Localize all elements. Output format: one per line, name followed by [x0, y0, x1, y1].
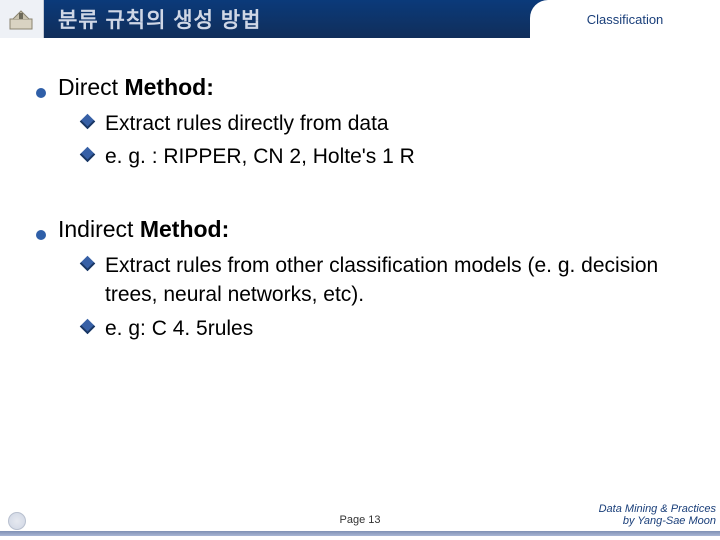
slide-header: 분류 규칙의 생성 방법 Classification: [0, 0, 720, 38]
heading-emph: Indirect: [58, 216, 133, 242]
bullet-dot-icon: [36, 230, 46, 240]
diamond-icon: [80, 256, 96, 272]
footer-bar: [0, 531, 720, 536]
book-icon: [0, 0, 44, 38]
sub-text: e. g. : RIPPER, CN 2, Holte's 1 R: [105, 142, 684, 171]
slide-title: 분류 규칙의 생성 방법: [58, 4, 261, 34]
diamond-icon: [80, 147, 96, 163]
heading-bold: Method:: [133, 216, 229, 242]
sub-item: e. g: C 4. 5rules: [36, 314, 684, 343]
diamond-icon: [80, 318, 96, 334]
bullet-text: Indirect Method:: [58, 216, 229, 243]
sub-text: Extract rules from other classification …: [105, 251, 684, 310]
slide-footer: Page 13 Data Mining & Practices by Yang-…: [0, 500, 720, 536]
diamond-icon: [80, 114, 96, 130]
sub-text: Extract rules directly from data: [105, 109, 684, 138]
footer-credit: Data Mining & Practices by Yang-Sae Moon: [599, 503, 716, 528]
credit-line-1: Data Mining & Practices: [599, 503, 716, 516]
bullet-indirect-method: Indirect Method:: [36, 216, 684, 243]
sub-item: Extract rules from other classification …: [36, 251, 684, 310]
bullet-text: Direct Method:: [58, 74, 214, 101]
heading-bold: Method:: [118, 74, 214, 100]
heading-emph: Direct: [58, 74, 118, 100]
sub-item: e. g. : RIPPER, CN 2, Holte's 1 R: [36, 142, 684, 171]
credit-line-2: by Yang-Sae Moon: [599, 515, 716, 528]
bullet-dot-icon: [36, 88, 46, 98]
sub-item: Extract rules directly from data: [36, 109, 684, 138]
bullet-direct-method: Direct Method:: [36, 74, 684, 101]
slide-body: Direct Method: Extract rules directly fr…: [0, 38, 720, 343]
slide-category: Classification: [530, 0, 720, 38]
sub-text: e. g: C 4. 5rules: [105, 314, 684, 343]
